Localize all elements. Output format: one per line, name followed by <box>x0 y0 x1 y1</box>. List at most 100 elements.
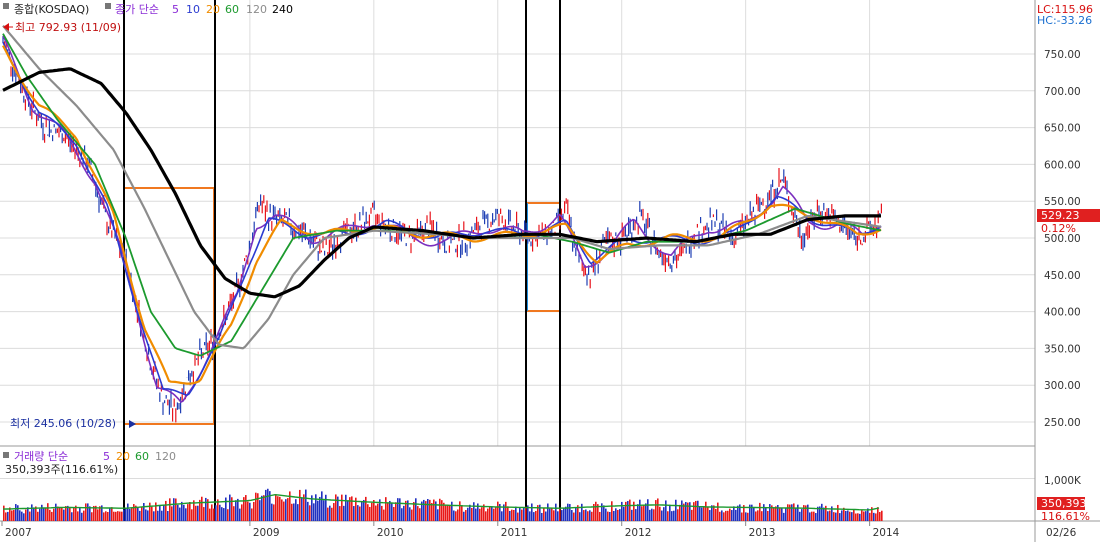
volume-bar <box>587 511 589 521</box>
vol-period-5[interactable]: 5 <box>103 450 110 463</box>
volume-bar <box>167 511 169 521</box>
x-tick-label: 2007 <box>5 527 32 539</box>
volume-bar <box>797 504 799 521</box>
volume-bar <box>13 509 15 521</box>
ma-toggle-icon[interactable] <box>105 3 111 9</box>
volume-bar <box>741 512 743 521</box>
volume-bar <box>157 510 159 521</box>
volume-bar <box>765 507 767 521</box>
volume-bar <box>351 496 353 521</box>
volume-bar <box>489 506 491 521</box>
ma-period-60[interactable]: 60 <box>225 3 239 16</box>
volume-bar <box>267 488 269 521</box>
volume-bar <box>33 507 35 521</box>
panel-toggle-icon[interactable] <box>3 3 9 9</box>
volume-bar <box>347 500 349 521</box>
volume-bar <box>505 501 507 521</box>
volume-bar <box>485 511 487 521</box>
volume-bar <box>133 504 135 521</box>
volume-bar <box>191 509 193 521</box>
volume-bar <box>115 511 117 521</box>
volume-bar <box>681 500 683 521</box>
volume-bar <box>687 502 689 521</box>
volume-bar <box>23 513 25 521</box>
ma-title[interactable]: 종가 단순 <box>115 3 159 16</box>
y-tick-label: 700.00 <box>1044 86 1081 98</box>
volume-bar <box>459 501 461 521</box>
volume-bar <box>767 510 769 521</box>
volume-toggle-icon[interactable] <box>3 452 9 458</box>
volume-bar <box>177 504 179 521</box>
volume-bar <box>857 513 859 521</box>
volume-bar <box>583 510 585 521</box>
vol-period-20[interactable]: 20 <box>116 450 130 463</box>
low-annotation: 최저 245.06 (10/28) <box>10 417 116 430</box>
x-tick-label: 2012 <box>625 527 652 539</box>
volume-bar <box>501 511 503 521</box>
volume-bar <box>327 507 329 521</box>
volume-bar <box>837 504 839 521</box>
volume-bar <box>211 504 213 521</box>
volume-bar <box>117 511 119 521</box>
volume-bar <box>865 511 867 521</box>
volume-bar <box>447 504 449 521</box>
volume-bar <box>643 505 645 521</box>
volume-bar <box>107 511 109 521</box>
volume-bar <box>97 509 99 521</box>
volume-bar <box>455 511 457 521</box>
ma-period-5[interactable]: 5 <box>172 3 179 16</box>
ma-period-20[interactable]: 20 <box>206 3 220 16</box>
volume-bar <box>411 509 413 521</box>
instrument-label[interactable]: 종합(KOSDAQ) <box>14 3 89 16</box>
volume-bar <box>367 504 369 521</box>
volume-bar <box>285 499 287 521</box>
volume-bar <box>531 503 533 521</box>
ma-period-240[interactable]: 240 <box>272 3 293 16</box>
volume-bar <box>81 512 83 521</box>
volume-bar <box>799 511 801 521</box>
volume-bar <box>241 504 243 521</box>
volume-bar <box>515 506 517 521</box>
ma-period-120[interactable]: 120 <box>246 3 267 16</box>
volume-title[interactable]: 거래량 단순 <box>14 450 68 463</box>
volume-bar <box>59 507 61 521</box>
volume-bar <box>409 507 411 521</box>
volume-bar <box>77 511 79 521</box>
volume-bar <box>151 506 153 521</box>
volume-bar <box>185 508 187 521</box>
volume-bar <box>803 505 805 521</box>
volume-bar <box>315 494 317 521</box>
vol-period-60[interactable]: 60 <box>135 450 149 463</box>
volume-bar <box>21 511 23 521</box>
volume-bar <box>229 494 231 521</box>
volume-bar <box>427 499 429 521</box>
volume-bar <box>693 502 695 521</box>
volume-bar <box>633 501 635 521</box>
volume-bar <box>7 511 9 521</box>
volume-bar <box>733 506 735 521</box>
volume-bar <box>661 510 663 521</box>
ma-period-10[interactable]: 10 <box>186 3 200 16</box>
volume-bar <box>757 510 759 521</box>
volume-bar <box>121 511 123 521</box>
volume-bar <box>251 508 253 521</box>
volume-bar <box>495 506 497 521</box>
volume-bar <box>3 505 5 521</box>
volume-bar <box>65 506 67 521</box>
volume-bar <box>169 498 171 521</box>
volume-bar <box>257 493 259 521</box>
volume-bar <box>623 506 625 521</box>
volume-bar <box>143 503 145 521</box>
volume-bar <box>851 512 853 521</box>
volume-bar <box>863 511 865 521</box>
volume-bar <box>713 505 715 521</box>
volume-bar <box>649 509 651 521</box>
volume-bar <box>113 511 115 521</box>
volume-bar <box>859 513 861 521</box>
volume-bar <box>301 498 303 521</box>
volume-bar <box>473 502 475 521</box>
volume-bar <box>127 503 129 521</box>
volume-bar <box>581 503 583 521</box>
volume-bar <box>567 503 569 521</box>
vol-period-120[interactable]: 120 <box>155 450 176 463</box>
